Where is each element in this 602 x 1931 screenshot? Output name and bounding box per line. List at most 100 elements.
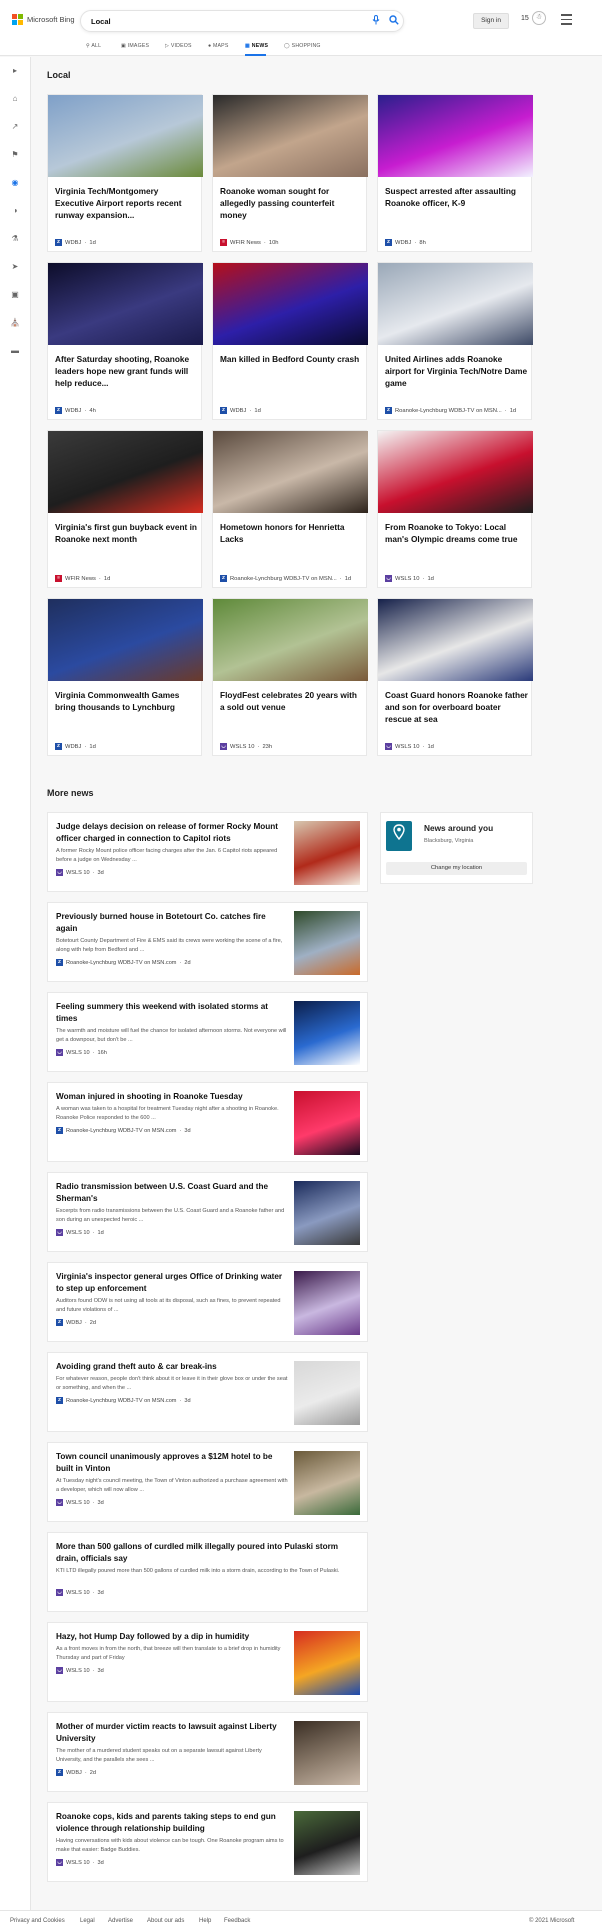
local-news-card[interactable]: Virginia's first gun buyback event in Ro… (47, 430, 203, 588)
hamburger-menu-icon[interactable] (561, 14, 572, 28)
news-thumbnail[interactable] (294, 1001, 360, 1065)
trending-icon[interactable]: ↗ (9, 121, 21, 133)
rewards-count[interactable]: 15 (521, 15, 529, 22)
local-news-card[interactable]: United Airlines adds Roanoke airport for… (377, 262, 533, 420)
news-card-image[interactable] (213, 95, 368, 177)
news-card-image[interactable] (213, 599, 368, 681)
news-item-title[interactable]: More than 500 gallons of curdled milk il… (56, 1541, 356, 1565)
local-news-card[interactable]: From Roanoke to Tokyo: Local man's Olymp… (377, 430, 533, 588)
news-card-title[interactable]: Virginia's first gun buyback event in Ro… (55, 521, 198, 545)
news-thumbnail[interactable] (294, 1721, 360, 1785)
local-news-card[interactable]: Virginia Commonwealth Games bring thousa… (47, 598, 203, 756)
politics-icon[interactable]: ⛪ (9, 317, 21, 329)
more-news-item[interactable]: Virginia's inspector general urges Offic… (47, 1262, 368, 1342)
globe-icon[interactable]: ◑ (9, 205, 21, 217)
news-card-image[interactable] (378, 599, 533, 681)
news-thumbnail[interactable] (294, 821, 360, 885)
news-item-title[interactable]: Mother of murder victim reacts to lawsui… (56, 1721, 288, 1745)
news-card-image[interactable] (48, 599, 203, 681)
local-news-card[interactable]: Hometown honors for Henrietta Lacks Z Roan… (212, 430, 368, 588)
local-news-card[interactable]: FloydFest celebrates 20 years with a sol… (212, 598, 368, 756)
news-item-title[interactable]: Town council unanimously approves a $12M… (56, 1451, 288, 1475)
tab-images[interactable]: ▣ IMAGES (121, 43, 149, 49)
more-news-item[interactable]: Roanoke cops, kids and parents taking st… (47, 1802, 368, 1882)
news-card-image[interactable] (378, 95, 533, 177)
local-news-card[interactable]: Virginia Tech/Montgomery Executive Airpo… (47, 94, 203, 252)
footer-link-legal[interactable]: Legal (80, 1918, 95, 1924)
news-card-image[interactable] (213, 263, 368, 345)
more-news-item[interactable]: More than 500 gallons of curdled milk il… (47, 1532, 368, 1612)
news-item-title[interactable]: Virginia's inspector general urges Offic… (56, 1271, 288, 1295)
news-item-title[interactable]: Radio transmission between U.S. Coast Gu… (56, 1181, 288, 1205)
tab-news[interactable]: ▦ NEWS (245, 43, 268, 49)
rewards-trophy-icon[interactable]: ☃ (532, 11, 546, 25)
sign-in-button[interactable]: Sign in (473, 13, 509, 29)
more-news-item[interactable]: Woman injured in shooting in Roanoke Tue… (47, 1082, 368, 1162)
footer-link-advertise[interactable]: Advertise (108, 1918, 133, 1924)
news-card-title[interactable]: Man killed in Bedford County crash (220, 353, 363, 365)
news-item-title[interactable]: Previously burned house in Botetourt Co.… (56, 911, 288, 935)
change-location-button[interactable]: Change my location (386, 862, 527, 875)
more-news-item[interactable]: Hazy, hot Hump Day followed by a dip in … (47, 1622, 368, 1702)
footer-link-privacy[interactable]: Privacy and Cookies (10, 1918, 65, 1924)
local-news-card[interactable]: Suspect arrested after assaulting Roanok… (377, 94, 533, 252)
news-card-title[interactable]: Virginia Commonwealth Games bring thousa… (55, 689, 198, 713)
local-news-card[interactable]: After Saturday shooting, Roanoke leaders… (47, 262, 203, 420)
more-news-item[interactable]: Town council unanimously approves a $12M… (47, 1442, 368, 1522)
news-item-title[interactable]: Woman injured in shooting in Roanoke Tue… (56, 1091, 288, 1103)
news-card-title[interactable]: Coast Guard honors Roanoke father and so… (385, 689, 528, 725)
news-item-title[interactable]: Roanoke cops, kids and parents taking st… (56, 1811, 288, 1835)
news-thumbnail[interactable] (294, 1631, 360, 1695)
news-thumbnail[interactable] (294, 1091, 360, 1155)
news-thumbnail[interactable] (294, 1361, 360, 1425)
more-news-item[interactable]: Avoiding grand theft auto & car break-in… (47, 1352, 368, 1432)
news-thumbnail[interactable] (294, 1181, 360, 1245)
local-news-card[interactable]: Roanoke woman sought for allegedly passi… (212, 94, 368, 252)
more-news-item[interactable]: Feeling summery this weekend with isolat… (47, 992, 368, 1072)
search-box[interactable]: Local (80, 10, 404, 32)
expand-icon[interactable]: ▸ (9, 65, 21, 77)
science-icon[interactable]: ⚗ (9, 233, 21, 245)
news-card-image[interactable] (378, 263, 533, 345)
news-card-image[interactable] (48, 431, 203, 513)
news-card-image[interactable] (48, 263, 203, 345)
news-card-image[interactable] (378, 431, 533, 513)
local-news-card[interactable]: Coast Guard honors Roanoke father and so… (377, 598, 533, 756)
footer-link-help[interactable]: Help (199, 1918, 211, 1924)
more-news-item[interactable]: Mother of murder victim reacts to lawsui… (47, 1712, 368, 1792)
news-thumbnail[interactable] (294, 1811, 360, 1875)
more-news-item[interactable]: Radio transmission between U.S. Coast Gu… (47, 1172, 368, 1252)
tab-shopping[interactable]: ◯ SHOPPING (284, 43, 321, 49)
search-input[interactable]: Local (91, 17, 111, 26)
microphone-icon[interactable] (369, 15, 383, 29)
news-item-title[interactable]: Avoiding grand theft auto & car break-in… (56, 1361, 288, 1373)
footer-link-feedback[interactable]: Feedback (224, 1918, 250, 1924)
footer-link-about-ads[interactable]: About our ads (147, 1918, 184, 1924)
news-card-title[interactable]: Virginia Tech/Montgomery Executive Airpo… (55, 185, 198, 221)
news-card-image[interactable] (48, 95, 203, 177)
tab-maps[interactable]: ● MAPS (208, 43, 229, 49)
local-news-card[interactable]: Man killed in Bedford County crash Z WDBJ ·… (212, 262, 368, 420)
news-card-title[interactable]: Hometown honors for Henrietta Lacks (220, 521, 363, 545)
news-card-image[interactable] (213, 431, 368, 513)
tab-videos[interactable]: ▷ VIDEOS (165, 43, 192, 49)
news-card-title[interactable]: From Roanoke to Tokyo: Local man's Olymp… (385, 521, 528, 545)
news-card-title[interactable]: After Saturday shooting, Roanoke leaders… (55, 353, 198, 389)
home-icon[interactable]: ⌂ (9, 93, 21, 105)
news-item-title[interactable]: Hazy, hot Hump Day followed by a dip in … (56, 1631, 288, 1643)
search-icon[interactable] (387, 15, 401, 29)
tab-all[interactable]: ⚲ ALL (86, 43, 101, 49)
news-card-title[interactable]: United Airlines adds Roanoke airport for… (385, 353, 528, 389)
more-news-item[interactable]: Previously burned house in Botetourt Co.… (47, 902, 368, 982)
news-card-title[interactable]: Roanoke woman sought for allegedly passi… (220, 185, 363, 221)
news-item-title[interactable]: Judge delays decision on release of form… (56, 821, 288, 845)
more-news-item[interactable]: Judge delays decision on release of form… (47, 812, 368, 892)
news-thumbnail[interactable] (294, 1271, 360, 1335)
bing-logo[interactable]: Microsoft Bing (12, 14, 75, 25)
rocket-icon[interactable]: ➤ (9, 261, 21, 273)
entertainment-icon[interactable]: ▣ (9, 289, 21, 301)
flag-icon[interactable]: ⚑ (9, 149, 21, 161)
location-icon[interactable]: ◉ (9, 177, 21, 189)
news-card-title[interactable]: FloydFest celebrates 20 years with a sol… (220, 689, 363, 713)
news-thumbnail[interactable] (294, 1451, 360, 1515)
